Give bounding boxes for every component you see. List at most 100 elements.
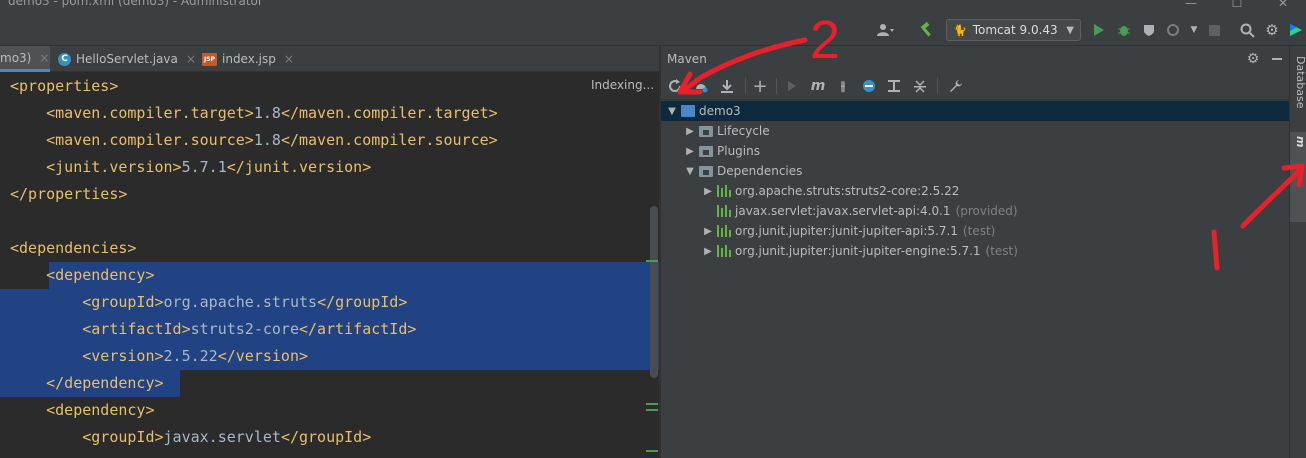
toolbar-separator <box>745 78 746 94</box>
close-icon[interactable]: × <box>284 52 294 66</box>
code-line: <dependency> <box>0 397 659 424</box>
xml-value: 5.7.1 <box>181 158 227 176</box>
chevron-right-icon[interactable]: ▶ <box>683 146 697 157</box>
generate-sources-icon[interactable] <box>691 76 711 96</box>
folder-icon <box>699 165 713 177</box>
code-line: <dependencies> <box>0 235 659 262</box>
xml-tag: </maven.compiler.target> <box>280 104 498 122</box>
main-toolbar: 🐈 Tomcat 9.0.43 ▼ ▼ ⚙ <box>0 14 1306 46</box>
close-button[interactable]: ✕ <box>1260 0 1306 10</box>
toolbar-separator <box>937 78 938 94</box>
minimize-panel-icon[interactable] <box>1267 49 1287 69</box>
settings-gear-icon[interactable]: ⚙ <box>1243 49 1263 69</box>
run-more-chevron-icon[interactable]: ▼ <box>1184 20 1204 40</box>
maven-project-tree[interactable]: ▼ demo3 ▶ Lifecycle ▶ Plugins ▼ Dependen… <box>661 101 1289 458</box>
code-content: <version>2.5.22</version> <box>0 347 308 365</box>
code-line: <maven.compiler.target>1.8</maven.compil… <box>0 100 659 127</box>
tab-helloservlet-java[interactable]: C HelloServlet.java × <box>58 46 196 72</box>
search-icon[interactable] <box>1237 20 1257 40</box>
run-configuration-select[interactable]: 🐈 Tomcat 9.0.43 ▼ <box>946 19 1081 41</box>
tree-node-demo3[interactable]: ▼ demo3 <box>661 101 1289 121</box>
maven-tool-tab[interactable]: m <box>1290 132 1306 222</box>
tab-pom-xml[interactable]: mo3) × <box>0 46 50 72</box>
tree-node-label: demo3 <box>699 104 741 118</box>
tree-node-label: Plugins <box>717 144 760 158</box>
tree-node-dependency[interactable]: ▶ org.apache.struts:struts2-core:2.5.22 <box>661 181 1289 201</box>
show-dependencies-icon[interactable] <box>884 76 904 96</box>
xml-tag: </groupId> <box>280 428 372 446</box>
tab-index-jsp[interactable]: JSP index.jsp × <box>202 46 294 72</box>
code-content: <dependency> <box>0 266 155 284</box>
tree-node-plugins[interactable]: ▶ Plugins <box>661 141 1289 161</box>
code-content: <properties> <box>0 77 118 95</box>
wrench-settings-icon[interactable] <box>946 76 966 96</box>
tree-node-label: Dependencies <box>717 164 803 178</box>
maximize-button[interactable]: ☐ <box>1214 0 1260 10</box>
toggle-offline-icon[interactable]: ⫲ <box>833 76 853 96</box>
code-content: <junit.version>5.7.1</junit.version> <box>0 158 371 176</box>
collapse-all-icon[interactable] <box>910 76 930 96</box>
chevron-right-icon[interactable]: ▶ <box>683 126 697 137</box>
run-configuration-label: Tomcat 9.0.43 <box>972 23 1058 37</box>
code-line: <version>2.5.22</version> <box>0 343 659 370</box>
close-icon[interactable]: × <box>186 52 196 66</box>
xml-tag: </maven.compiler.source> <box>280 131 498 149</box>
run-icon[interactable] <box>1089 20 1109 40</box>
xml-value: org.apache.struts <box>163 293 318 311</box>
chevron-right-icon[interactable]: ▶ <box>701 226 715 237</box>
xml-tag: <version> <box>82 347 164 365</box>
coverage-icon[interactable] <box>1139 20 1159 40</box>
tree-node-dependency[interactable]: ▶ org.junit.jupiter:junit-jupiter-engine… <box>661 241 1289 261</box>
run-goal-icon[interactable] <box>782 76 802 96</box>
library-icon <box>717 225 731 237</box>
maven-toolbar: + m ⫲ <box>661 72 1289 100</box>
jetbrains-toolbox-icon[interactable] <box>1286 20 1306 40</box>
window-title: demo3 - pom.xml (demo3) - Administrator <box>8 0 263 8</box>
jsp-file-icon: JSP <box>202 52 217 66</box>
code-line <box>0 208 659 235</box>
tree-node-dependency[interactable]: ▶ org.junit.jupiter:junit-jupiter-api:5.… <box>661 221 1289 241</box>
java-class-icon: C <box>58 52 71 66</box>
xml-tag: </properties> <box>10 185 128 203</box>
debug-bug-icon[interactable] <box>1114 20 1134 40</box>
skip-tests-icon[interactable] <box>859 76 879 96</box>
xml-tag: </groupId> <box>317 293 408 311</box>
close-icon[interactable]: × <box>39 51 49 65</box>
user-icon[interactable] <box>875 20 895 40</box>
download-icon[interactable] <box>717 76 737 96</box>
dependency-scope: (provided) <box>955 204 1018 218</box>
xml-tag: <dependency> <box>46 266 155 284</box>
xml-tag: </dependency> <box>46 374 164 392</box>
chevron-down-icon[interactable]: ▼ <box>683 166 697 177</box>
xml-tag: <groupId> <box>82 293 164 311</box>
code-editor[interactable]: <properties> <maven.compiler.target>1.8<… <box>0 72 659 458</box>
tree-node-dependency[interactable]: javax.servlet:javax.servlet-api:4.0.1 (p… <box>661 201 1289 221</box>
database-tool-tab[interactable]: Database <box>1290 52 1306 124</box>
chevron-down-icon[interactable]: ▼ <box>665 106 679 117</box>
build-hammer-icon[interactable] <box>917 20 937 40</box>
code-line: <groupId>org.apache.struts</groupId> <box>0 289 659 316</box>
minimize-button[interactable]: — <box>1168 0 1214 10</box>
settings-gear-icon[interactable]: ⚙ <box>1262 20 1282 40</box>
tree-node-dependencies[interactable]: ▼ Dependencies <box>661 161 1289 181</box>
tree-node-lifecycle[interactable]: ▶ Lifecycle <box>661 121 1289 141</box>
xml-value: struts2-core <box>190 320 299 338</box>
reload-icon[interactable] <box>665 76 685 96</box>
profiler-icon[interactable] <box>1163 20 1183 40</box>
add-icon[interactable]: + <box>750 76 770 97</box>
xml-tag: </artifactId> <box>299 320 417 338</box>
chevron-right-icon[interactable]: ▶ <box>701 246 715 257</box>
code-content: <groupId>javax.servlet</groupId> <box>0 428 371 446</box>
xml-tag: <maven.compiler.source> <box>46 131 254 149</box>
tab-label: index.jsp <box>222 52 276 66</box>
dependency-scope: (test) <box>985 244 1018 258</box>
editor-scrollbar[interactable] <box>650 206 658 378</box>
xml-tag: <junit.version> <box>46 158 182 176</box>
chevron-right-icon[interactable]: ▶ <box>701 186 715 197</box>
stop-icon[interactable] <box>1204 20 1224 40</box>
execute-maven-goal-icon[interactable]: m <box>808 76 828 96</box>
